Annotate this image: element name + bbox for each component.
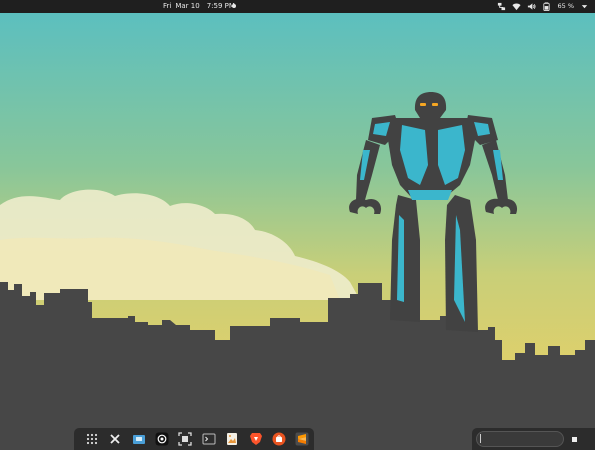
top-bar: Fri Mar 10 7:59 PM 65 % (0, 0, 595, 13)
app-grid-icon[interactable] (80, 428, 103, 450)
network-switch-icon[interactable] (497, 2, 506, 11)
chevron-down-icon[interactable] (580, 2, 589, 11)
stop-button[interactable] (567, 433, 581, 445)
desktop-wallpaper (0, 13, 595, 450)
wifi-icon[interactable] (512, 2, 522, 11)
close-x-icon[interactable] (103, 428, 126, 450)
files-icon[interactable] (127, 428, 150, 450)
clock[interactable]: Fri Mar 10 7:59 PM (163, 0, 239, 13)
openai-icon[interactable] (150, 428, 173, 450)
terminal-icon[interactable] (197, 428, 220, 450)
ubuntu-software-icon[interactable] (267, 428, 290, 450)
clock-time: 7:59 PM (206, 2, 235, 10)
image-viewer-icon[interactable] (220, 428, 243, 450)
sublime-text-icon[interactable] (291, 428, 314, 450)
system-tray[interactable]: 65 % (497, 0, 589, 13)
dock (74, 428, 314, 450)
notification-dot-icon[interactable] (232, 4, 236, 8)
text-cursor (480, 434, 481, 443)
clock-date: Mar 10 (175, 2, 200, 10)
brave-browser-icon[interactable] (244, 428, 267, 450)
stop-icon (571, 436, 577, 442)
screenshot-icon[interactable] (174, 428, 197, 450)
battery-percentage: 65 % (557, 2, 574, 10)
search-input[interactable] (476, 431, 564, 447)
volume-icon[interactable] (527, 2, 536, 11)
clock-day: Fri (163, 2, 172, 10)
battery-icon[interactable] (542, 2, 551, 11)
